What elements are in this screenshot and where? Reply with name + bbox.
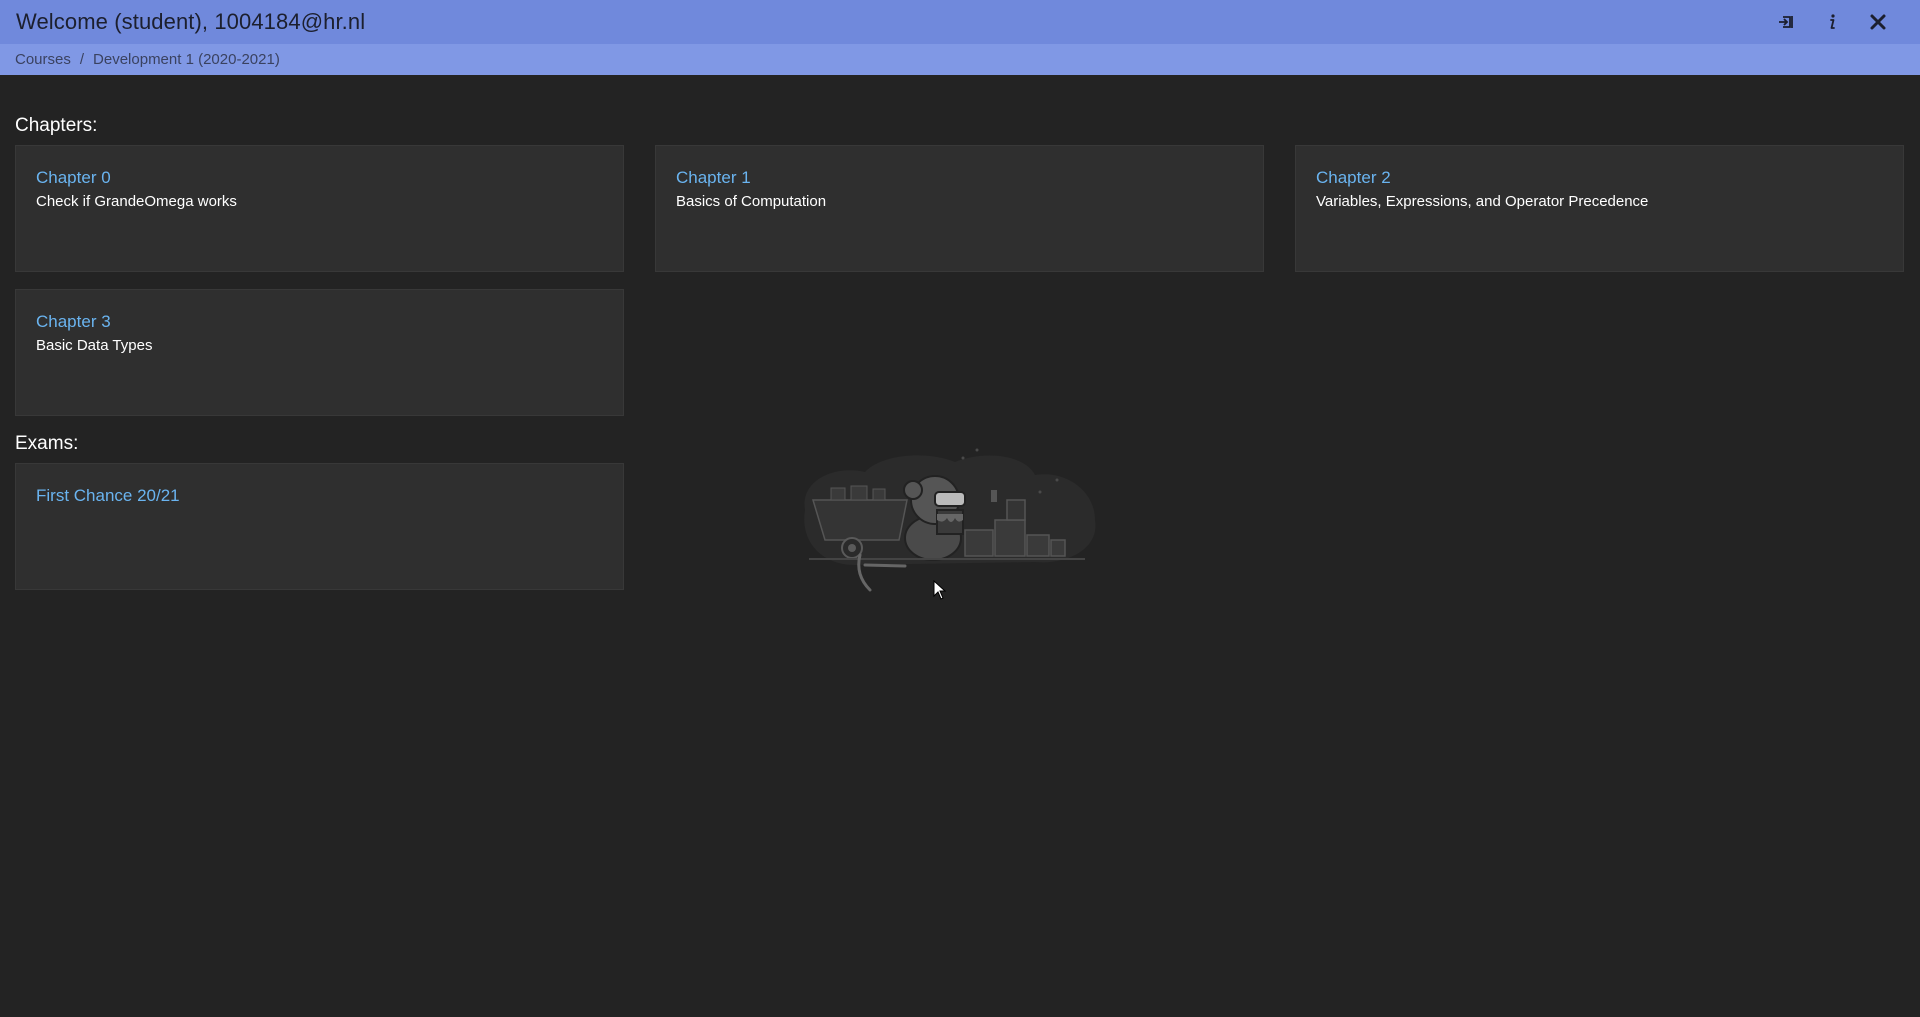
breadcrumb-separator: / — [79, 51, 85, 68]
chapter-subtitle: Check if GrandeOmega works — [36, 193, 237, 210]
exams-heading: Exams: — [15, 433, 79, 454]
chapter-card-3[interactable]: Chapter 3 Basic Data Types — [15, 289, 624, 416]
header-actions — [1774, 10, 1890, 34]
welcome-title: Welcome (student), 1004184@hr.nl — [16, 9, 366, 34]
chapter-subtitle: Variables, Expressions, and Operator Pre… — [1316, 193, 1649, 210]
chapter-title[interactable]: Chapter 2 — [1316, 168, 1883, 188]
breadcrumb: Courses / Development 1 (2020-2021) — [0, 44, 1920, 75]
close-icon[interactable] — [1866, 10, 1890, 34]
koala-mining-illustration — [795, 440, 1105, 610]
top-bar: Welcome (student), 1004184@hr.nl — [0, 0, 1920, 44]
exam-title[interactable]: First Chance 20/21 — [36, 486, 603, 506]
chapter-subtitle: Basic Data Types — [36, 337, 153, 354]
chapter-title[interactable]: Chapter 0 — [36, 168, 603, 188]
chapter-card-2[interactable]: Chapter 2 Variables, Expressions, and Op… — [1295, 145, 1904, 272]
chapter-card-0[interactable]: Chapter 0 Check if GrandeOmega works — [15, 145, 624, 272]
chapter-subtitle: Basics of Computation — [676, 193, 827, 210]
chapter-card-1[interactable]: Chapter 1 Basics of Computation — [655, 145, 1264, 272]
exam-card-0[interactable]: First Chance 20/21 — [15, 463, 624, 590]
breadcrumb-courses[interactable]: Courses — [15, 51, 71, 68]
chapter-title[interactable]: Chapter 1 — [676, 168, 1243, 188]
info-icon[interactable] — [1820, 10, 1844, 34]
mouse-cursor-icon — [933, 579, 947, 600]
logout-icon[interactable] — [1774, 10, 1798, 34]
chapter-title[interactable]: Chapter 3 — [36, 312, 603, 332]
breadcrumb-course[interactable]: Development 1 (2020-2021) — [93, 51, 280, 68]
chapters-heading: Chapters: — [15, 115, 98, 136]
